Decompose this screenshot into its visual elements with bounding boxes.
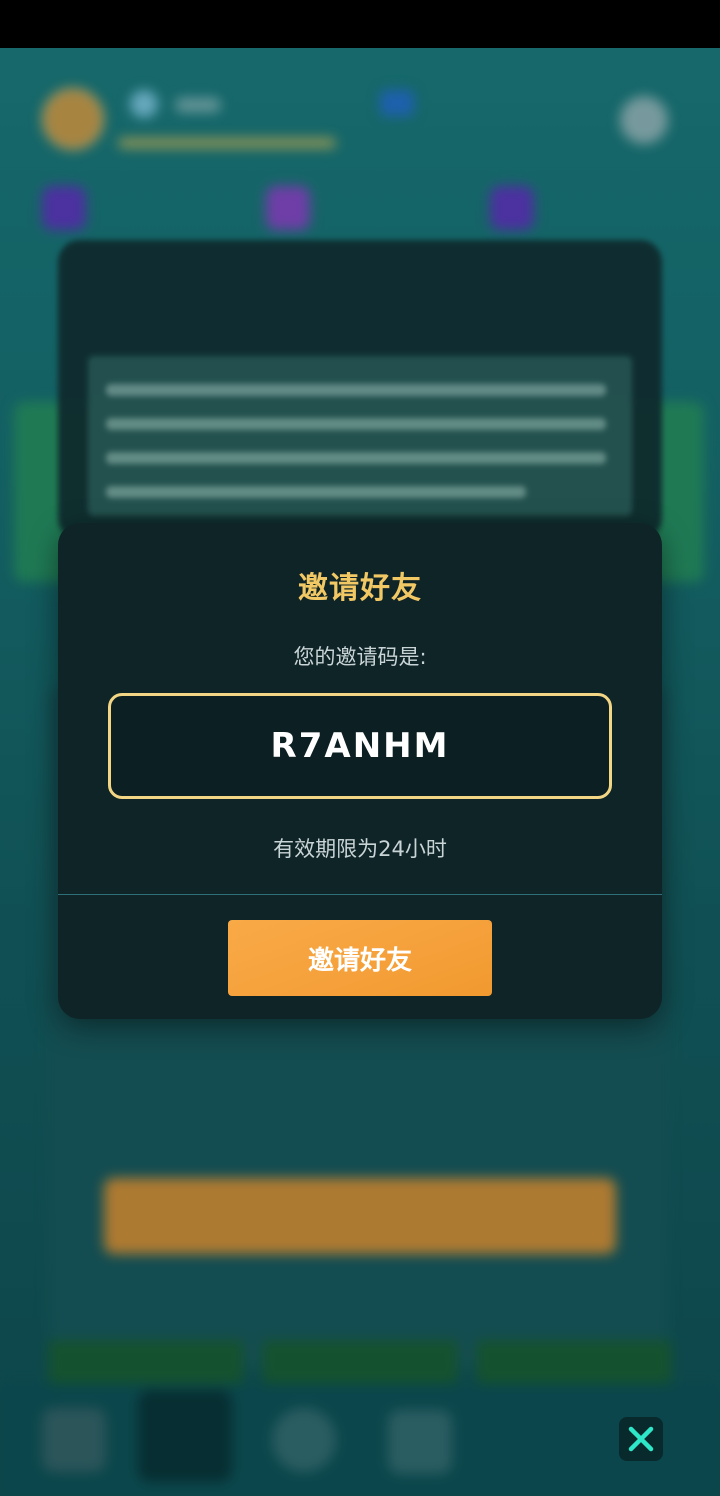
background-dialog (58, 240, 662, 540)
invite-friend-button[interactable]: 邀请好友 (228, 920, 492, 996)
divider (58, 894, 662, 895)
invite-code-value[interactable]: R7ANHM (271, 726, 450, 766)
background-dialog-body (88, 356, 632, 516)
close-icon (628, 1426, 654, 1452)
blurred-text-line (106, 486, 526, 498)
app-screen: 邀请好友 您的邀请码是: R7ANHM 有效期限为24小时 邀请好友 (0, 0, 720, 1496)
status-bar (0, 0, 720, 48)
invite-code-box[interactable]: R7ANHM (108, 693, 612, 799)
invite-code-label: 您的邀请码是: (293, 645, 427, 669)
validity-text: 有效期限为24小时 (273, 837, 447, 861)
blurred-text-line (106, 384, 606, 396)
dialog-title: 邀请好友 (298, 571, 422, 606)
close-button[interactable] (619, 1417, 663, 1461)
blurred-text-line (106, 452, 606, 464)
blurred-text-line (106, 418, 606, 430)
invite-dialog: 邀请好友 您的邀请码是: R7ANHM 有效期限为24小时 邀请好友 (58, 523, 662, 1019)
